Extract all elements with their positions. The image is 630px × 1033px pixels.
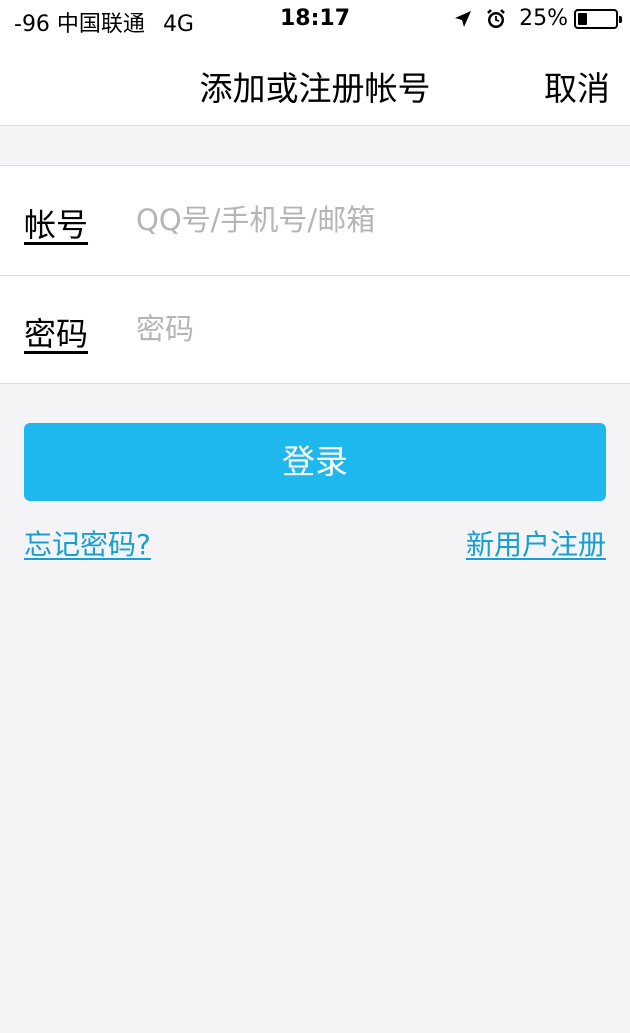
password-row: 密码	[0, 275, 630, 384]
login-button[interactable]: 登录	[24, 423, 606, 501]
battery-percent: 25%	[519, 6, 568, 31]
nav-bar: 添加或注册帐号 取消	[0, 40, 630, 126]
page-title: 添加或注册帐号	[199, 69, 431, 108]
account-input[interactable]	[136, 194, 606, 246]
battery-fill	[578, 12, 587, 25]
register-link[interactable]: 新用户注册	[466, 523, 606, 563]
location-arrow-icon	[453, 9, 473, 29]
login-form: 帐号 密码	[0, 165, 630, 384]
forgot-password-link[interactable]: 忘记密码?	[24, 523, 151, 563]
cancel-button[interactable]: 取消	[544, 62, 610, 110]
status-right: 25%	[453, 6, 622, 31]
password-input[interactable]	[136, 303, 606, 355]
account-label: 帐号	[24, 206, 89, 244]
account-row: 帐号	[0, 166, 630, 275]
alarm-clock-icon	[485, 8, 507, 30]
status-bar: -96 中国联通 4G 18:17 25%	[0, 0, 630, 40]
password-label: 密码	[24, 315, 89, 353]
battery-icon	[574, 8, 622, 29]
